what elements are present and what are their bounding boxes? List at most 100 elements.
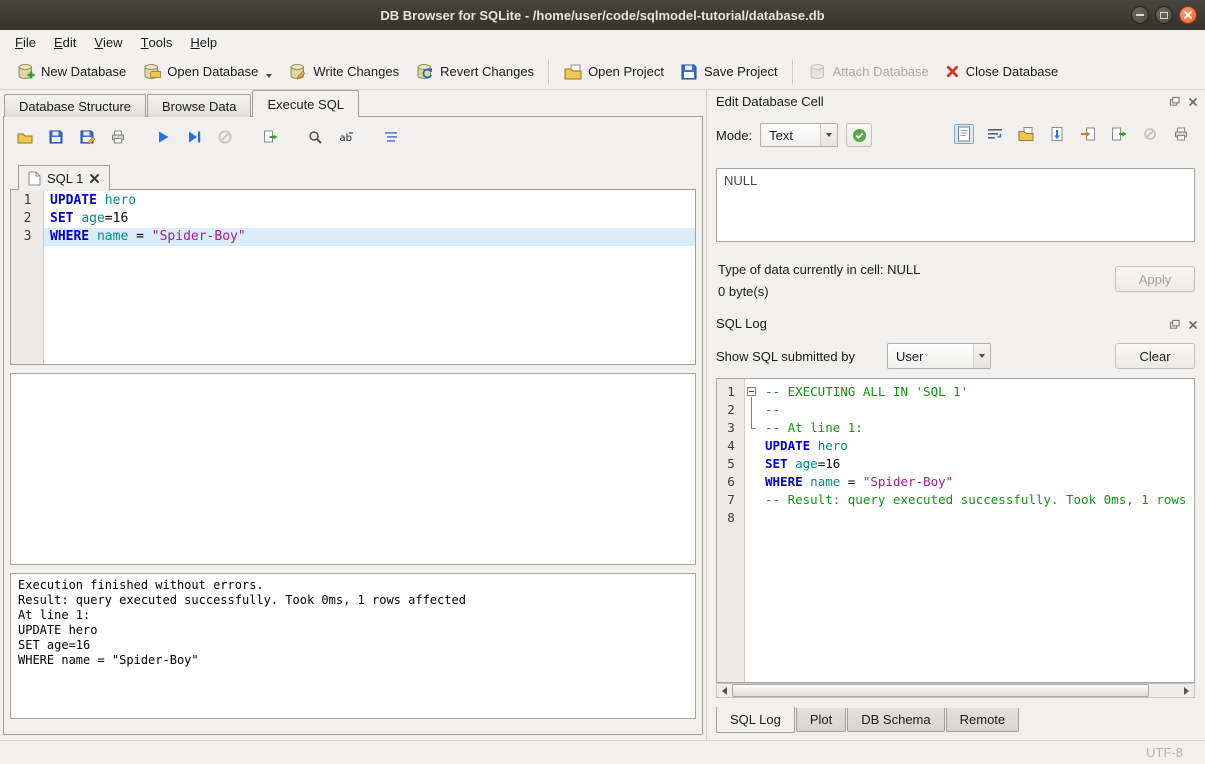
tab-database-structure[interactable]: Database Structure xyxy=(4,94,146,117)
svg-text:ab: ab xyxy=(340,133,352,144)
export-cell-button[interactable] xyxy=(1109,124,1129,144)
word-wrap-button[interactable] xyxy=(985,124,1005,144)
open-database-button[interactable]: Open Database xyxy=(134,58,280,85)
cell-editor[interactable]: NULL xyxy=(716,168,1195,242)
print-icon xyxy=(110,129,126,145)
new-database-label: New Database xyxy=(41,64,126,79)
write-changes-icon xyxy=(288,62,307,81)
open-database-label: Open Database xyxy=(167,64,258,79)
close-panel-button[interactable] xyxy=(1186,318,1199,331)
menu-edit[interactable]: Edit xyxy=(45,30,85,54)
sql-editor[interactable]: 1UPDATE hero2SET age=163WHERE name = "Sp… xyxy=(10,189,696,365)
mode-options-button[interactable] xyxy=(846,123,872,147)
open-project-button[interactable]: Open Project xyxy=(556,59,672,85)
write-changes-button[interactable]: Write Changes xyxy=(280,58,407,85)
scroll-right-button[interactable] xyxy=(1179,684,1194,697)
attach-database-icon xyxy=(808,62,827,81)
save-cell-file-button[interactable] xyxy=(1047,124,1067,144)
scroll-right-icon xyxy=(1184,687,1189,695)
scroll-left-button[interactable] xyxy=(717,684,732,697)
tab-plot[interactable]: Plot xyxy=(796,708,846,732)
execute-sql-pane: ab SQL xyxy=(3,116,703,735)
mode-label: Mode: xyxy=(716,128,752,143)
sql1-tab[interactable]: SQL 1 xyxy=(18,165,110,191)
main-tab-bar: Database Structure Browse Data Execute S… xyxy=(4,90,360,117)
tab-remote[interactable]: Remote xyxy=(946,708,1020,732)
main-content: Database Structure Browse Data Execute S… xyxy=(0,90,1205,740)
clear-log-button[interactable]: Clear xyxy=(1115,343,1195,369)
close-database-button[interactable]: Close Database xyxy=(937,60,1067,83)
open-database-dropdown-icon[interactable] xyxy=(266,74,272,78)
execute-all-button[interactable] xyxy=(152,126,174,148)
toolbar-separator xyxy=(792,60,794,84)
menu-tools[interactable]: Tools xyxy=(132,30,182,54)
float-panel-button[interactable] xyxy=(1168,318,1181,331)
execute-current-line-icon xyxy=(186,129,202,145)
submitted-by-select[interactable]: User xyxy=(887,343,991,369)
save-sql-file-as-button[interactable] xyxy=(76,126,98,148)
save-sql-file-button[interactable] xyxy=(45,126,67,148)
sql-document-icon xyxy=(28,171,41,186)
format-sql-icon xyxy=(383,129,399,145)
export-data-icon xyxy=(1111,126,1127,142)
filter-label: Show SQL submitted by xyxy=(716,349,887,364)
attach-database-label: Attach Database xyxy=(833,64,929,79)
export-results-button[interactable] xyxy=(259,126,281,148)
close-database-label: Close Database xyxy=(966,64,1059,79)
tab-db-schema[interactable]: DB Schema xyxy=(847,708,944,732)
find-icon xyxy=(307,129,323,145)
write-changes-label: Write Changes xyxy=(313,64,399,79)
tab-sql-log[interactable]: SQL Log xyxy=(716,707,795,733)
open-file-icon xyxy=(1018,126,1034,142)
print-cell-button[interactable] xyxy=(1171,124,1191,144)
execution-message-area[interactable]: Execution finished without errors.Result… xyxy=(10,573,696,719)
format-sql-button[interactable] xyxy=(380,126,402,148)
tab-execute-sql[interactable]: Execute SQL xyxy=(252,90,359,117)
sql-toolbar: ab xyxy=(14,124,402,150)
scrollbar-thumb[interactable] xyxy=(732,684,1149,697)
import-data-icon xyxy=(1080,126,1096,142)
close-tab-icon[interactable] xyxy=(89,173,100,184)
cell-mode-select[interactable]: Text xyxy=(760,123,838,147)
sql1-tab-label: SQL 1 xyxy=(47,171,83,186)
encoding-indicator[interactable]: UTF-8 xyxy=(1146,745,1183,760)
edit-cell-title: Edit Database Cell xyxy=(716,94,824,109)
print-sql-button[interactable] xyxy=(107,126,129,148)
import-cell-button[interactable] xyxy=(1078,124,1098,144)
close-panel-button[interactable] xyxy=(1186,95,1199,108)
log-horizontal-scrollbar[interactable] xyxy=(716,683,1195,698)
float-panel-button[interactable] xyxy=(1168,95,1181,108)
close-panel-icon xyxy=(1188,97,1198,107)
titlebar: DB Browser for SQLite - /home/user/code/… xyxy=(0,0,1205,30)
open-project-label: Open Project xyxy=(588,64,664,79)
scrollbar-track[interactable] xyxy=(732,684,1179,697)
left-panel: Database Structure Browse Data Execute S… xyxy=(0,90,706,740)
menu-help[interactable]: Help xyxy=(181,30,226,54)
text-view-button[interactable] xyxy=(954,124,974,144)
replace-button[interactable]: ab xyxy=(335,126,357,148)
export-results-icon xyxy=(262,129,278,145)
results-grid[interactable] xyxy=(10,373,696,565)
revert-changes-icon xyxy=(415,62,434,81)
float-panel-icon xyxy=(1169,319,1180,330)
minimize-icon xyxy=(1136,14,1144,16)
menu-file[interactable]: File xyxy=(6,30,45,54)
mode-options-icon xyxy=(852,128,867,143)
sql-log-view[interactable]: 1-- EXECUTING ALL IN 'SQL 1'2--3-- At li… xyxy=(716,378,1195,683)
tab-browse-data[interactable]: Browse Data xyxy=(147,94,251,117)
find-button[interactable] xyxy=(304,126,326,148)
revert-changes-button[interactable]: Revert Changes xyxy=(407,58,542,85)
menu-view[interactable]: View xyxy=(85,30,131,54)
close-button[interactable] xyxy=(1179,6,1197,24)
save-project-button[interactable]: Save Project xyxy=(672,59,786,85)
open-sql-file-button[interactable] xyxy=(14,126,36,148)
new-database-button[interactable]: New Database xyxy=(8,58,134,85)
right-panel: Edit Database Cell Mode: Text xyxy=(706,90,1205,740)
minimize-button[interactable] xyxy=(1131,6,1149,24)
execute-current-line-button[interactable] xyxy=(183,126,205,148)
maximize-button[interactable] xyxy=(1155,6,1173,24)
edit-cell-dock-buttons xyxy=(1168,95,1199,108)
sql-log-dock-buttons xyxy=(1168,318,1199,331)
bottom-tab-bar: SQL Log Plot DB Schema Remote xyxy=(716,708,1020,733)
open-cell-file-button[interactable] xyxy=(1016,124,1036,144)
